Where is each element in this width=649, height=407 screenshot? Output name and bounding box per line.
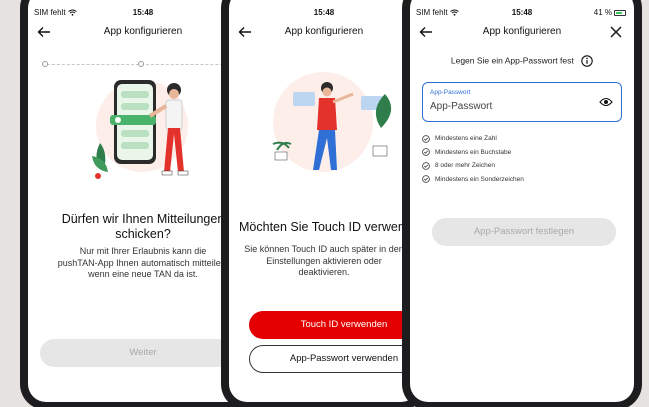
info-icon[interactable]	[581, 55, 593, 67]
battery-label: 41 %	[594, 8, 626, 17]
screen-heading: Dürfen wir Ihnen Mitteilungen schicken?	[38, 212, 248, 242]
page-title: App konfigurieren	[482, 26, 562, 37]
rule-text: Mindestens ein Sonderzeichen	[435, 175, 524, 183]
status-time: 15:48	[313, 8, 335, 17]
instruction-text: Legen Sie ein App-Passwort fest	[450, 55, 574, 66]
rule-text: Mindestens eine Zahl	[435, 135, 497, 143]
password-rule: 8 oder mehr Zeichen	[422, 159, 624, 173]
nav-bar: App konfigurieren	[229, 22, 419, 46]
page-title: App konfigurieren	[284, 26, 364, 37]
check-circle-icon	[422, 148, 430, 157]
touch-id-illustration	[272, 82, 392, 170]
instruction-line: Legen Sie ein App-Passwort fest	[410, 55, 634, 67]
battery-icon	[614, 9, 626, 16]
step-dot	[138, 61, 144, 67]
screen-touch-id: 15:48 App konfigurieren Möchten Sie Touc…	[229, 0, 419, 402]
phone-person-illustration	[92, 80, 189, 179]
check-circle-icon	[422, 134, 430, 143]
field-label: App-Passwort	[430, 89, 471, 96]
phone-touch-id: 15:48 App konfigurieren Möchten Sie Touc…	[221, 0, 427, 407]
continue-button[interactable]: Weiter	[40, 339, 246, 367]
eye-icon[interactable]	[599, 96, 613, 108]
rule-text: Mindestens ein Buchstabe	[435, 148, 512, 156]
description-line: Sie können Touch ID auch später in den	[244, 244, 404, 254]
password-rule: Mindestens eine Zahl	[422, 132, 624, 146]
password-rule: Mindestens ein Sonderzeichen	[422, 173, 624, 187]
password-rule: Mindestens ein Buchstabe	[422, 146, 624, 160]
check-circle-icon	[422, 161, 430, 170]
progress-stepper	[42, 60, 248, 68]
close-icon[interactable]	[608, 24, 624, 40]
heading-line: schicken?	[115, 227, 171, 241]
password-rules-list: Mindestens eine Zahl Mindestens ein Buch…	[422, 132, 624, 186]
rule-text: 8 oder mehr Zeichen	[435, 162, 495, 170]
status-bar: SIM fehlt 15:48 41 %	[410, 8, 634, 22]
screen-app-password: SIM fehlt 15:48 41 % App konfigurieren L…	[410, 0, 634, 402]
use-touch-id-button[interactable]: Touch ID verwenden	[249, 311, 419, 339]
description-line: deaktivieren.	[298, 267, 350, 277]
nav-bar: App konfigurieren	[410, 22, 634, 46]
app-password-field[interactable]: App-Passwort App-Passwort	[422, 82, 622, 122]
set-password-button[interactable]: App-Passwort festlegen	[432, 218, 616, 246]
check-circle-icon	[422, 175, 430, 184]
status-bar: 15:48	[229, 8, 419, 22]
progress-line	[42, 64, 248, 65]
description-line: Einstellungen aktivieren oder	[266, 255, 382, 266]
heading-line: Dürfen wir Ihnen Mitteilungen	[61, 212, 225, 226]
step-dot	[42, 61, 48, 67]
phone-app-password: SIM fehlt 15:48 41 % App konfigurieren L…	[402, 0, 642, 407]
use-app-password-button[interactable]: App-Passwort verwenden	[249, 345, 419, 373]
screen-description: Sie können Touch ID auch später in den E…	[229, 244, 419, 279]
password-input[interactable]: App-Passwort	[430, 101, 492, 112]
screen-heading: Möchten Sie Touch ID verwenden?	[239, 220, 419, 234]
